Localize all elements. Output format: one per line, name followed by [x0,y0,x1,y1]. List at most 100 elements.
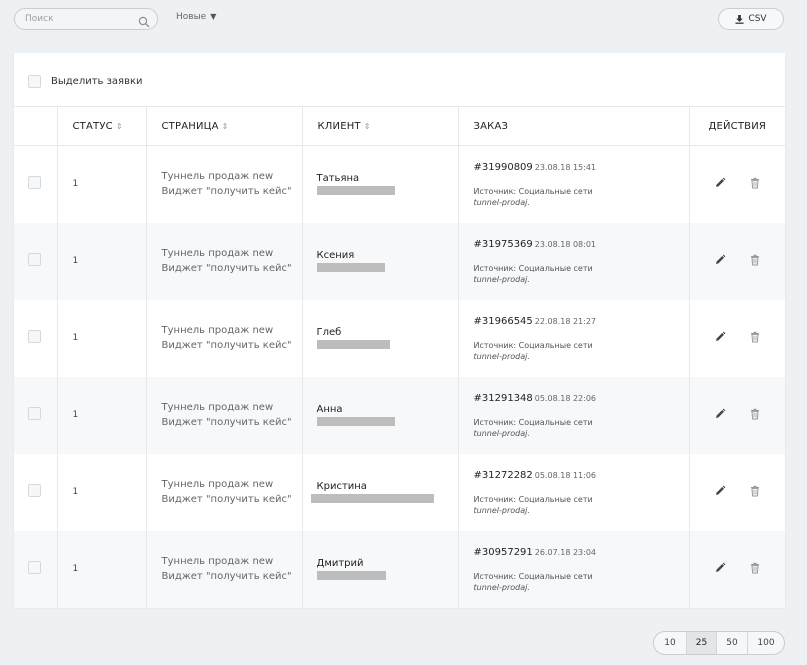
sort-dropdown-label: Новые [176,12,207,22]
status-value: 1 [72,179,79,190]
page-widget: Виджет "получить кейс" [161,417,292,428]
order-slug: tunnel-prodaj. [473,428,530,438]
client-cell: Анна [302,376,459,454]
page-name: Туннель продаж new [161,325,274,336]
table-row: 1 Туннель продаж new Виджет "получить ке… [14,376,785,454]
client-cell: Татьяна [302,145,459,223]
table-row: 1 Туннель продаж new Виджет "получить ке… [14,145,785,223]
sort-icon[interactable]: ⇕ [364,122,371,131]
edit-icon[interactable] [714,331,726,343]
order-source: Источник: Социальные сети [473,494,593,504]
sort-dropdown[interactable]: Новые ▼ [176,12,216,22]
order-number[interactable]: #31272282 [474,470,533,481]
row-checkbox-cell [14,222,58,300]
redacted-bar [316,417,395,426]
select-all-control[interactable]: Выделить заявки [28,74,143,88]
row-checkbox[interactable] [28,176,41,190]
order-source: Источник: Социальные сети [473,571,593,581]
csv-export-button[interactable]: CSV [718,8,784,30]
order-slug: tunnel-prodaj. [473,274,530,284]
row-checkbox-cell [14,453,58,531]
order-number[interactable]: #31975369 [474,239,533,250]
search-input[interactable] [25,12,135,26]
row-checkbox[interactable] [28,407,41,420]
page-widget: Виджет "получить кейс" [161,494,292,505]
status-value: 1 [72,487,79,497]
header-client[interactable]: КЛИЕНТ ⇕ [302,106,459,146]
trash-icon[interactable] [749,408,761,420]
page-size-option[interactable]: 10 [654,632,687,654]
status-cell: 1 [57,376,147,454]
sort-icon[interactable]: ⇕ [116,122,123,131]
actions-cell [689,377,785,454]
trash-icon[interactable] [749,331,761,343]
redacted-bar [316,186,395,196]
status-value: 1 [72,564,79,574]
redacted-bar [316,571,386,580]
header-status-label: СТАТУС [72,120,113,132]
actions-cell [689,531,785,608]
row-checkbox-cell [14,530,58,608]
edit-icon[interactable] [714,562,726,574]
trash-icon[interactable] [749,562,761,574]
row-checkbox-cell [14,376,58,454]
status-cell: 1 [57,222,147,300]
header-order: ЗАКАЗ [458,106,690,146]
page-name: Туннель продаж new [161,479,274,490]
page-cell: Туннель продаж new Виджет "получить кейс… [146,222,303,300]
edit-icon[interactable] [714,254,726,266]
row-checkbox-cell [14,145,58,223]
search-box[interactable] [14,8,158,30]
status-cell: 1 [57,530,147,608]
row-checkbox[interactable] [28,484,41,497]
client-name: Ксения [316,250,355,261]
order-date: 26.07.18 23:04 [534,547,597,557]
status-cell: 1 [57,145,147,223]
order-source: Источник: Социальные сети [473,186,593,196]
edit-icon[interactable] [714,408,726,420]
order-slug: tunnel-prodaj. [473,351,530,361]
order-slug: tunnel-prodaj. [473,505,530,515]
edit-icon[interactable] [714,177,726,189]
order-date: 22.08.18 21:27 [534,316,597,326]
status-value: 1 [72,333,79,343]
page-name: Туннель продаж new [161,171,274,183]
search-icon[interactable] [138,13,150,28]
page-cell: Туннель продаж new Виджет "получить кейс… [146,453,303,531]
trash-icon[interactable] [749,485,761,497]
page-cell: Туннель продаж new Виджет "получить кейс… [146,376,303,454]
header-status[interactable]: СТАТУС ⇕ [57,106,147,146]
select-all-checkbox[interactable] [28,74,41,88]
actions-cell [689,223,785,300]
order-date: 05.08.18 11:06 [534,470,597,480]
actions-cell [689,454,785,531]
row-checkbox[interactable] [28,253,41,266]
order-number[interactable]: #31291348 [474,393,533,404]
actions-cell [689,146,785,223]
page-widget: Виджет "получить кейс" [161,340,292,351]
client-cell: Дмитрий [302,530,459,608]
redacted-bar [310,494,434,503]
header-checkbox-cell [14,106,58,146]
row-checkbox[interactable] [28,561,41,574]
trash-icon[interactable] [749,177,761,189]
page-size-option[interactable]: 25 [687,632,717,654]
order-number[interactable]: #30957291 [474,547,533,558]
order-number[interactable]: #31966545 [474,316,533,327]
select-all-label: Выделить заявки [51,75,143,87]
sort-icon[interactable]: ⇕ [222,122,229,131]
requests-table: СТАТУС ⇕ СТРАНИЦА ⇕ КЛИЕНТ ⇕ ЗАКАЗ ДЕЙСТВИЯ… [14,106,785,608]
page-widget: Виджет "получить кейс" [161,263,292,274]
table-row: 1 Туннель продаж new Виджет "получить ке… [14,530,785,608]
page-size-option[interactable]: 100 [748,632,784,654]
header-actions-label: ДЕЙСТВИЯ [708,120,767,132]
edit-icon[interactable] [714,485,726,497]
order-source: Источник: Социальные сети [473,263,593,273]
actions-cell [689,300,785,377]
page-size-option[interactable]: 50 [717,632,748,654]
order-number[interactable]: #31990809 [474,162,533,173]
row-checkbox-cell [14,299,58,377]
header-page[interactable]: СТРАНИЦА ⇕ [146,106,303,146]
trash-icon[interactable] [749,254,761,266]
row-checkbox[interactable] [28,330,41,343]
